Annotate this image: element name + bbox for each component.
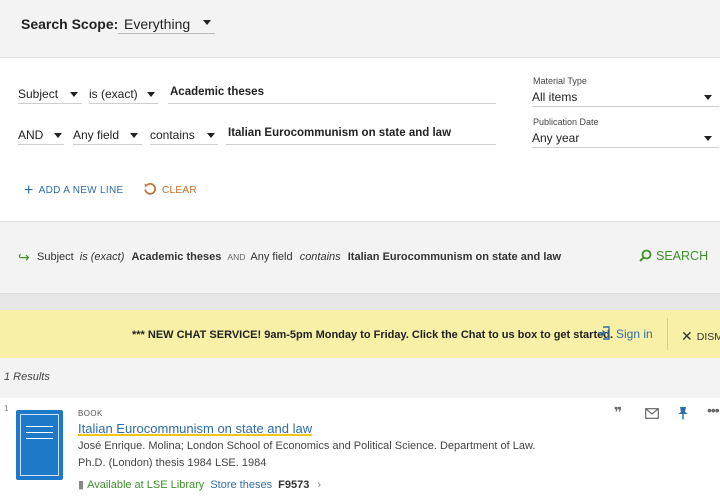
announcement-banner: *** NEW CHAT SERVICE! 9am-5pm Monday to … <box>0 310 720 358</box>
material-type-select[interactable]: All items <box>532 85 719 107</box>
summary-field2: Any field <box>250 251 293 263</box>
citation-icon[interactable]: ❞ <box>614 404 622 421</box>
row2-search-value: Italian Eurocommunism on state and law <box>228 127 452 139</box>
search-button[interactable]: SEARCH <box>639 249 708 263</box>
chevron-down-icon <box>147 92 155 97</box>
section-divider <box>0 294 720 310</box>
result-type: BOOK <box>78 409 103 418</box>
query-summary-bar: ↪ Subject is (exact) Academic theses AND… <box>0 222 720 294</box>
result-index: 1 <box>4 404 9 413</box>
publication-date-value: Any year <box>532 131 580 145</box>
chevron-down-icon <box>54 133 62 138</box>
summary-op2: contains <box>299 251 341 263</box>
material-type-value: All items <box>532 90 578 104</box>
chevron-down-icon <box>203 20 211 25</box>
search-scope-value: Everything <box>124 16 191 32</box>
close-icon: ✕ <box>681 328 693 344</box>
search-icon <box>639 249 652 262</box>
sign-in-label: Sign in <box>616 327 653 341</box>
search-scope-bar: Search Scope: Everything <box>0 0 720 58</box>
query-summary: Subject is (exact) Academic theses AND A… <box>37 251 561 263</box>
chevron-down-icon <box>207 133 215 138</box>
banner-message: *** NEW CHAT SERVICE! 9am-5pm Monday to … <box>132 329 614 341</box>
summary-op1: is (exact) <box>79 251 125 263</box>
search-label: SEARCH <box>656 249 709 263</box>
row1-operator-value: is (exact) <box>89 87 138 101</box>
dismiss-label: DISMISS <box>696 331 720 343</box>
pin-icon[interactable] <box>677 406 689 420</box>
book-availability-icon: ▮ <box>78 479 85 491</box>
email-icon[interactable] <box>645 408 659 419</box>
publication-date-select[interactable]: Any year <box>532 126 719 148</box>
add-new-line-button[interactable]: + ADD A NEW LINE <box>24 182 123 200</box>
summary-field1: Subject <box>37 251 74 263</box>
search-scope-label: Search Scope: <box>21 16 119 32</box>
result-authors: José Enrique. Molina; London School of E… <box>78 440 536 452</box>
row2-search-input[interactable]: Italian Eurocommunism on state and law <box>226 123 496 145</box>
undo-icon <box>144 183 156 195</box>
arrow-right-icon: ↪ <box>18 249 30 265</box>
result-title-link[interactable]: Italian Eurocommunism on state and law <box>78 421 312 436</box>
result-item[interactable]: 1 BOOK Italian Eurocommunism on state an… <box>0 398 720 504</box>
search-scope-select[interactable]: Everything <box>118 10 215 34</box>
summary-val2: Italian Eurocommunism on state and law <box>347 251 562 263</box>
row1-search-input[interactable]: Academic theses <box>168 82 496 104</box>
row1-operator-select[interactable]: is (exact) <box>89 82 158 104</box>
more-options-icon[interactable]: ••• <box>707 402 720 418</box>
advanced-search-panel: Subject is (exact) Academic theses AND A… <box>0 58 720 222</box>
sign-in-link[interactable]: Sign in <box>597 326 653 341</box>
summary-boolean: AND <box>227 252 246 262</box>
add-new-line-label: ADD A NEW LINE <box>38 185 124 196</box>
availability-link[interactable]: ▮ Available at LSE Library Store theses F… <box>78 478 321 491</box>
clear-button[interactable]: CLEAR <box>143 182 197 196</box>
availability-location: Store theses <box>210 479 273 491</box>
clear-label: CLEAR <box>162 185 197 196</box>
sign-in-icon <box>598 326 610 340</box>
row2-field-select[interactable]: Any field <box>73 123 142 145</box>
chevron-right-icon: › <box>317 479 322 491</box>
plus-icon: + <box>24 182 34 199</box>
row2-operator-value: contains <box>150 128 195 142</box>
summary-val1: Academic theses <box>131 251 222 263</box>
row1-field-value: Subject <box>18 87 59 101</box>
row2-boolean-select[interactable]: AND <box>18 123 64 145</box>
results-count: 1 Results <box>4 371 50 383</box>
chevron-down-icon <box>704 136 712 141</box>
call-number: F9573 <box>278 479 310 491</box>
row1-search-value: Academic theses <box>170 86 264 98</box>
banner-divider <box>667 318 668 350</box>
book-icon <box>16 410 63 480</box>
dismiss-button[interactable]: ✕DISMISS <box>681 328 720 345</box>
result-details: Ph.D. (London) thesis 1984 LSE. 1984 <box>78 457 267 469</box>
row2-operator-select[interactable]: contains <box>150 123 218 145</box>
availability-status: Available at LSE Library <box>87 479 205 491</box>
chevron-down-icon <box>130 133 138 138</box>
row1-field-select[interactable]: Subject <box>18 82 82 104</box>
chevron-down-icon <box>70 92 78 97</box>
row2-field-value: Any field <box>73 128 120 142</box>
row2-boolean-value: AND <box>18 128 44 142</box>
chevron-down-icon <box>704 95 712 100</box>
